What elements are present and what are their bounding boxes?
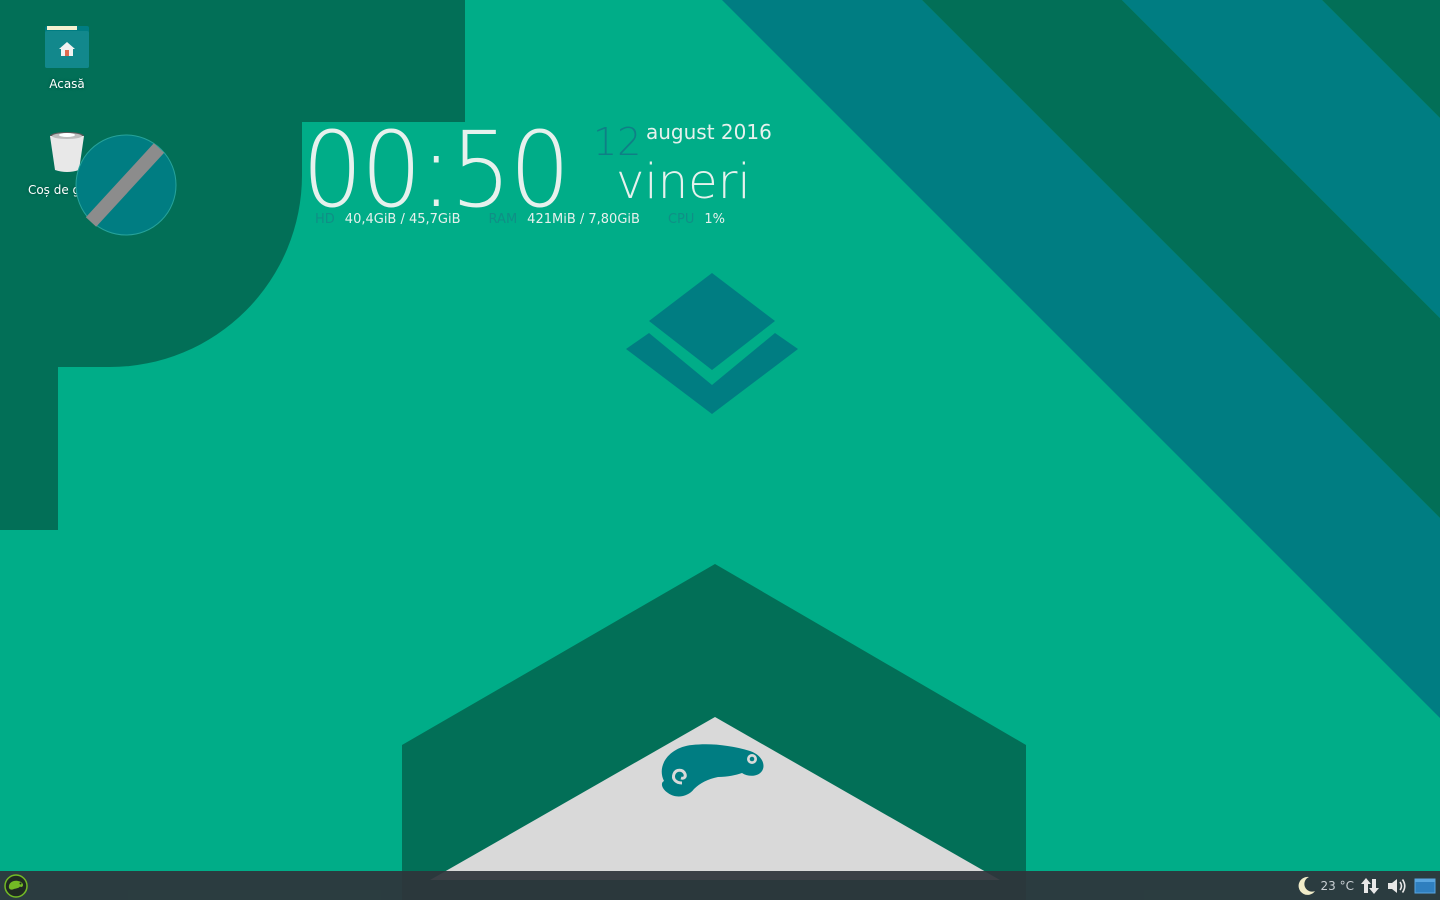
clock-weekday: vineri: [616, 154, 751, 210]
hd-value: 40,4GiB / 45,7GiB: [344, 212, 461, 227]
network-indicator[interactable]: [1360, 871, 1380, 900]
home-folder-icon: [17, 26, 117, 71]
weather-temperature: 23 °C: [1320, 878, 1354, 893]
system-monitor: HD 40,4GiB / 45,7GiB RAM 421MiB / 7,80GiB CP…: [315, 212, 753, 227]
desktop-icon-label: Acasă: [49, 77, 85, 91]
show-desktop-button[interactable]: [1414, 871, 1436, 900]
ram-value: 421MiB / 7,80GiB: [527, 212, 640, 227]
moon-icon: [1298, 876, 1315, 895]
desktop[interactable]: Acasă Coș de gunoi 00:50 12 august 2016 …: [0, 0, 1440, 900]
network-arrows-icon: [1361, 877, 1379, 894]
speaker-icon: [1388, 878, 1406, 893]
opensuse-logo-icon: [4, 874, 28, 898]
start-menu-button[interactable]: [4, 874, 28, 898]
system-tray: 23 °C: [1292, 871, 1440, 900]
ram-label: RAM: [488, 212, 518, 227]
clock-widget: 00:50 12 august 2016 vineri HD 40,4GiB / …: [300, 110, 780, 240]
volume-control[interactable]: [1386, 871, 1408, 900]
taskbar: 23 °C: [0, 871, 1440, 900]
clock-month-year: august 2016: [646, 120, 772, 144]
forbidden-overlay-icon: [75, 134, 177, 236]
desktop-icon-home[interactable]: Acasă: [17, 26, 117, 91]
cpu-label: CPU: [667, 212, 695, 227]
weather-widget[interactable]: 23 °C: [1295, 871, 1354, 900]
hd-label: HD: [315, 212, 335, 227]
cpu-value: 1%: [704, 212, 725, 227]
show-desktop-icon: [1414, 878, 1436, 893]
